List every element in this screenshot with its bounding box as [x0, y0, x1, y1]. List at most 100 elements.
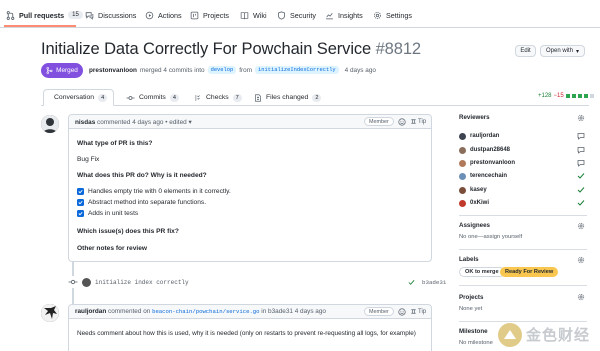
reviewer-item[interactable]: 0xKiwi	[459, 198, 489, 208]
assignees-label: Assignees	[459, 222, 490, 229]
tip-button[interactable]: Tip	[410, 118, 426, 125]
tab-pull-requests[interactable]: Pull requests 15	[6, 9, 83, 21]
pr-author-link[interactable]: prestonvanloon	[89, 67, 137, 74]
files-changed-count: 2	[312, 93, 322, 102]
check-icon	[78, 200, 83, 205]
checkbox-checked[interactable]	[77, 210, 84, 217]
gear-icon[interactable]	[577, 222, 585, 230]
reviewer-name: prestonvanloon	[470, 160, 516, 166]
smiley-icon[interactable]	[398, 118, 406, 126]
sidebar-divider	[459, 285, 587, 286]
assignees-empty[interactable]: No one—assign yourself	[459, 234, 522, 240]
projects-icon	[190, 11, 199, 19]
reviewer-item[interactable]: prestonvanloon	[459, 158, 515, 168]
tab-files-changed-label: Files changed	[266, 94, 309, 101]
pull-request-icon	[6, 10, 15, 20]
label-ok-to-merge[interactable]: OK to merge	[459, 267, 505, 277]
comment-box: rauljordan commented on beacon-chain/pow…	[68, 304, 432, 351]
tab-projects-label: Projects	[203, 10, 229, 20]
comment-icon	[577, 147, 585, 154]
tab-commits[interactable]: Commits 4	[120, 89, 185, 106]
status-label: Merged	[56, 67, 78, 74]
reviewer-item[interactable]: kasey	[459, 185, 487, 195]
comment-header: nisdas commented 4 days ago • edited ▾ M…	[69, 115, 431, 129]
gear-icon[interactable]	[577, 293, 585, 301]
base-branch[interactable]: develop	[207, 66, 237, 74]
reviewer-item[interactable]: terencechain	[459, 171, 507, 181]
tab-conversation[interactable]: Conversation 4	[43, 89, 114, 106]
reviewer-name: terencechain	[470, 173, 508, 179]
commit-icon	[68, 277, 78, 287]
tab-wiki[interactable]: Wiki	[240, 9, 267, 21]
avatar[interactable]	[82, 277, 91, 287]
question-issues: Which issue(s) does this PR fix?	[77, 228, 179, 235]
tab-discussions[interactable]: Discussions	[85, 9, 136, 21]
task-item: Abstract method into separate functions.	[77, 199, 206, 206]
shield-icon	[278, 10, 285, 20]
question-what-does: What does this PR do? Why is it needed?	[77, 172, 207, 179]
comment-author[interactable]: nisdas	[75, 119, 95, 126]
avatar[interactable]	[41, 115, 59, 133]
edited-menu[interactable]: • edited	[165, 119, 186, 126]
tip-button[interactable]: Tip	[410, 308, 426, 315]
comment-in-commit: in b3ade31 4 days ago	[261, 308, 326, 315]
gear-icon[interactable]	[577, 256, 585, 264]
tab-settings-label: Settings	[386, 10, 412, 20]
head-branch[interactable]: initializeIndexCorrectly	[255, 66, 339, 74]
watermark-text: 金色财经	[526, 327, 591, 344]
active-tab-indicator	[4, 25, 76, 27]
comment-author[interactable]: rauljordan	[75, 308, 106, 315]
member-badge: Member	[364, 117, 394, 126]
actions-icon	[145, 11, 154, 19]
avatar[interactable]	[41, 304, 59, 322]
diffstat-block	[565, 94, 570, 98]
reviewer-item[interactable]: dustpan28648	[459, 145, 510, 155]
label-ready-for-review[interactable]: Ready For Review	[500, 267, 559, 277]
edit-button[interactable]: Edit	[515, 45, 536, 57]
tab-files-changed[interactable]: Files changed 2	[248, 89, 327, 106]
tab-insights[interactable]: Insights	[325, 9, 363, 21]
comment-body: Needs comment about how this is used, wh…	[77, 330, 416, 337]
status-badge: Merged	[41, 63, 83, 78]
diffstat-block	[577, 94, 582, 98]
tip-icon	[411, 309, 416, 314]
smiley-icon[interactable]	[398, 308, 406, 316]
commit-message[interactable]: initialize index correctly	[95, 279, 189, 286]
reviewer-item[interactable]: rauljordan	[459, 131, 499, 141]
tab-conversation-label: Conversation	[54, 94, 95, 101]
task-label: Handles empty trie with 0 elements in it…	[88, 188, 231, 195]
task-item: Adds in unit tests	[77, 210, 138, 217]
gear-icon[interactable]	[577, 114, 585, 122]
reviewers-label: Reviewers	[459, 114, 490, 121]
repo-nav: Pull requests 15 Discussions Actions Pro…	[0, 0, 600, 28]
pull-requests-count: 15	[68, 11, 83, 19]
task-label: Abstract method into separate functions.	[88, 199, 207, 206]
file-link[interactable]: beacon-chain/powchain/service.go	[152, 308, 259, 315]
additions-count: +128	[538, 93, 552, 99]
deletions-count: −15	[553, 93, 564, 99]
tab-checks[interactable]: Checks 7	[188, 89, 248, 106]
page-title: Initialize Data Correctly For Powchain S…	[41, 40, 421, 59]
commit-sha[interactable]: b3ade31	[422, 279, 446, 286]
diffstat-block	[571, 94, 576, 98]
pr-meta: prestonvanloon merged 4 commits into dev…	[89, 66, 376, 74]
edit-button-label: Edit	[520, 48, 531, 54]
labels-label: Labels	[459, 256, 479, 263]
tab-insights-label: Insights	[338, 10, 363, 20]
tab-discussions-label: Discussions	[98, 10, 137, 20]
checkbox-checked[interactable]	[77, 188, 84, 195]
conversation-count: 4	[98, 93, 108, 102]
task-label: Adds in unit tests	[88, 210, 139, 217]
chevron-down-icon[interactable]: ▾	[188, 119, 191, 126]
comment-meta: nisdas commented 4 days ago • edited ▾	[75, 118, 192, 126]
tab-security[interactable]: Security	[277, 9, 316, 21]
tab-actions[interactable]: Actions	[145, 9, 182, 21]
tab-actions-label: Actions	[158, 10, 182, 20]
avatar	[459, 132, 466, 140]
tab-settings[interactable]: Settings	[373, 9, 412, 21]
avatar-image	[41, 304, 59, 322]
sidebar-divider	[459, 249, 587, 250]
tab-projects[interactable]: Projects	[190, 9, 229, 21]
open-with-button[interactable]: Open with ▾	[540, 45, 585, 57]
checkbox-checked[interactable]	[77, 199, 84, 206]
